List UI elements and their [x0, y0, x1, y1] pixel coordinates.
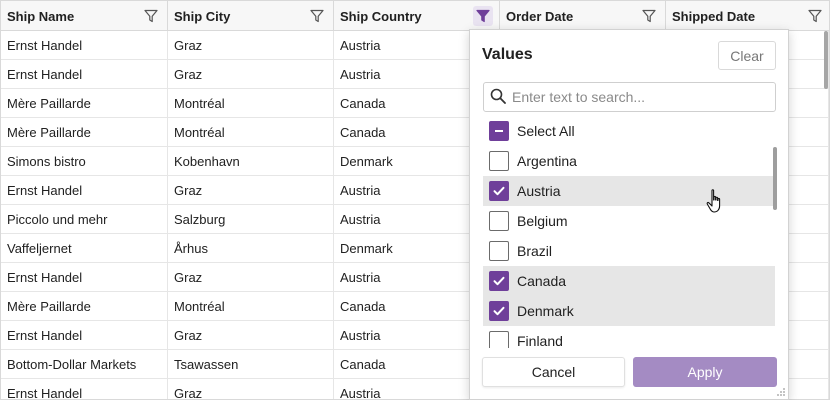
apply-button[interactable]: Apply — [633, 357, 777, 387]
checkbox[interactable] — [489, 211, 509, 231]
filter-icon[interactable] — [141, 6, 161, 26]
table-cell[interactable]: Canada — [334, 292, 470, 321]
table-cell[interactable]: Vaffeljernet — [1, 234, 168, 263]
cancel-button[interactable]: Cancel — [482, 357, 625, 387]
filter-popup: Values Clear Select All Argentina Austria… — [469, 29, 789, 400]
column-header-ship-city[interactable]: Ship City — [168, 1, 334, 31]
table-cell[interactable]: Graz — [168, 60, 334, 89]
table-cell[interactable]: Montréal — [168, 89, 334, 118]
table-cell[interactable]: Canada — [334, 350, 470, 379]
column-label: Order Date — [506, 8, 574, 24]
table-cell[interactable]: Ernst Handel — [1, 60, 168, 89]
filter-icon[interactable] — [639, 6, 659, 26]
table-cell[interactable]: Århus — [168, 234, 334, 263]
table-cell[interactable]: Canada — [334, 89, 470, 118]
table-cell[interactable]: Austria — [334, 263, 470, 292]
table-cell[interactable]: Graz — [168, 31, 334, 60]
grid-header: Ship Name Ship City Ship Country Order D… — [1, 1, 829, 31]
table-cell[interactable]: Graz — [168, 263, 334, 292]
table-cell[interactable]: Mère Paillarde — [1, 89, 168, 118]
clear-button[interactable]: Clear — [718, 41, 776, 70]
filter-value-item[interactable]: Brazil — [483, 236, 775, 266]
table-cell[interactable]: Montréal — [168, 292, 334, 321]
search-field[interactable] — [483, 82, 776, 112]
table-cell[interactable]: Ernst Handel — [1, 176, 168, 205]
grid-scrollbar[interactable] — [823, 31, 829, 399]
value-list: Select All Argentina Austria Belgium Brazil… — [483, 116, 777, 348]
scrollbar-thumb[interactable] — [824, 31, 828, 89]
column-header-order-date[interactable]: Order Date — [500, 1, 666, 31]
filter-value-label: Denmark — [517, 303, 574, 319]
table-cell[interactable]: Denmark — [334, 234, 470, 263]
check-icon[interactable] — [489, 181, 509, 201]
column-label: Ship Country — [340, 8, 422, 24]
table-cell[interactable]: Canada — [334, 118, 470, 147]
table-cell[interactable]: Ernst Handel — [1, 321, 168, 350]
table-cell[interactable]: Ernst Handel — [1, 31, 168, 60]
table-cell[interactable]: Montréal — [168, 118, 334, 147]
column-header-ship-country[interactable]: Ship Country — [334, 1, 500, 31]
table-cell[interactable]: Austria — [334, 60, 470, 89]
filter-value-label: Belgium — [517, 213, 568, 229]
table-cell[interactable]: Graz — [168, 379, 334, 399]
checkbox[interactable] — [489, 331, 509, 348]
check-icon[interactable] — [489, 271, 509, 291]
table-cell[interactable]: Mère Paillarde — [1, 118, 168, 147]
search-input[interactable] — [512, 89, 762, 105]
filter-value-label: Argentina — [517, 153, 577, 169]
filter-value-label: Austria — [517, 183, 561, 199]
column-header-shipped-date[interactable]: Shipped Date — [666, 1, 829, 31]
table-cell[interactable]: Salzburg — [168, 205, 334, 234]
table-cell[interactable]: Austria — [334, 379, 470, 399]
table-cell[interactable]: Austria — [334, 321, 470, 350]
resize-grip-icon[interactable] — [776, 387, 786, 397]
filter-value-label: Canada — [517, 273, 567, 289]
checkbox[interactable] — [489, 241, 509, 261]
table-cell[interactable]: Ernst Handel — [1, 379, 168, 399]
table-cell[interactable]: Simons bistro — [1, 147, 168, 176]
table-cell[interactable]: Graz — [168, 321, 334, 350]
filter-value-item[interactable]: Belgium — [483, 206, 775, 236]
table-cell[interactable]: Austria — [334, 205, 470, 234]
column-label: Ship City — [174, 8, 231, 24]
hand-pointer-icon — [706, 189, 721, 213]
filter-icon[interactable] — [805, 6, 825, 26]
table-cell[interactable]: Austria — [334, 31, 470, 60]
select-all-label: Select All — [517, 123, 575, 139]
list-scrollbar[interactable] — [773, 147, 777, 210]
table-cell[interactable]: Austria — [334, 176, 470, 205]
filter-value-item[interactable]: Canada — [483, 266, 775, 296]
table-cell[interactable]: Tsawassen — [168, 350, 334, 379]
filter-value-item[interactable]: Argentina — [483, 146, 775, 176]
table-cell[interactable]: Ernst Handel — [1, 263, 168, 292]
table-cell[interactable]: Piccolo und mehr — [1, 205, 168, 234]
select-all-item[interactable]: Select All — [483, 116, 775, 146]
filter-value-label: Brazil — [517, 243, 553, 259]
popup-title: Values — [482, 46, 533, 63]
table-cell[interactable]: Graz — [168, 176, 334, 205]
table-cell[interactable]: Kobenhavn — [168, 147, 334, 176]
checkbox[interactable] — [489, 151, 509, 171]
filter-icon[interactable] — [473, 6, 493, 26]
filter-icon[interactable] — [307, 6, 327, 26]
table-cell[interactable]: Mère Paillarde — [1, 292, 168, 321]
column-label: Ship Name — [7, 8, 75, 24]
search-icon — [490, 88, 506, 107]
filter-value-label: Finland — [517, 333, 563, 348]
filter-value-item[interactable]: Austria — [483, 176, 775, 206]
filter-value-item[interactable]: Finland — [483, 326, 775, 348]
table-cell[interactable]: Bottom-Dollar Markets — [1, 350, 168, 379]
column-header-ship-name[interactable]: Ship Name — [1, 1, 168, 31]
filter-value-item[interactable]: Denmark — [483, 296, 775, 326]
check-icon[interactable] — [489, 301, 509, 321]
column-label: Shipped Date — [672, 8, 756, 24]
table-cell[interactable]: Denmark — [334, 147, 470, 176]
minus-icon[interactable] — [489, 121, 509, 141]
